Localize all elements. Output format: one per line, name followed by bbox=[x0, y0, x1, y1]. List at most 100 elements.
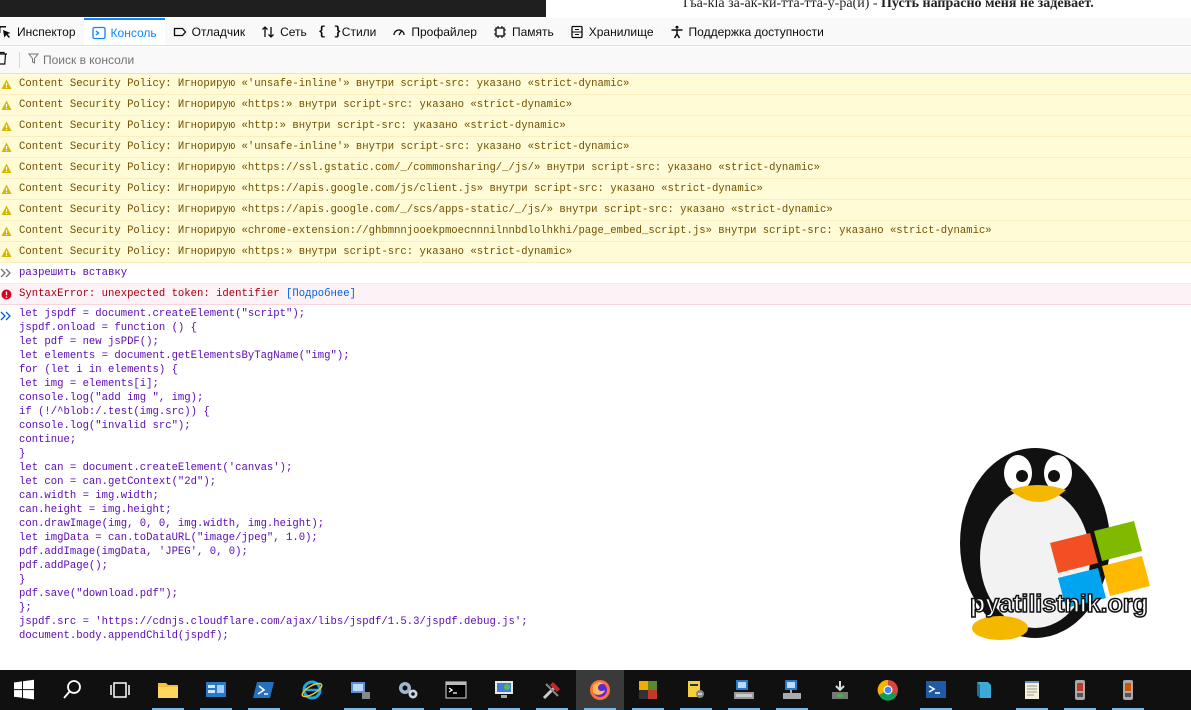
taskbar-settings-gears[interactable] bbox=[384, 670, 432, 710]
warning-text: Content Security Policy: Игнорирую «'uns… bbox=[19, 141, 630, 153]
warning-text: Content Security Policy: Игнорирую «'uns… bbox=[19, 78, 630, 90]
remote-desktop-icon bbox=[495, 681, 513, 698]
tab-console-label: Консоль bbox=[110, 25, 157, 40]
page-header-normal: Гьа-kla за-ак-ки-тта-тта-у-ра(и) - bbox=[683, 0, 882, 11]
inspector-icon bbox=[0, 25, 12, 39]
filter-funnel-icon bbox=[27, 53, 40, 67]
chevron-input-icon bbox=[0, 267, 12, 279]
taskbar-usb-device[interactable] bbox=[1056, 670, 1104, 710]
console-warning-row: Content Security Policy: Игнорирую «http… bbox=[0, 116, 1191, 137]
console-warning-row: Content Security Policy: Игнорирую «'uns… bbox=[0, 74, 1191, 95]
tab-profiler-label: Профайлер bbox=[411, 24, 477, 39]
tab-inspector-label: Инспектор bbox=[17, 24, 76, 39]
tab-storage[interactable]: Хранилище bbox=[562, 18, 662, 45]
console-messages: Content Security Policy: Игнорирую «'uns… bbox=[0, 74, 1191, 305]
taskbar-powershell-ise[interactable] bbox=[912, 670, 960, 710]
console-input-row: разрешить вставку bbox=[0, 263, 1191, 284]
tab-network[interactable]: Сеть bbox=[253, 18, 315, 45]
chevron-input-icon bbox=[0, 308, 12, 326]
console-warning-row: Content Security Policy: Игнорирую «http… bbox=[0, 95, 1191, 116]
warning-icon bbox=[0, 246, 12, 258]
tab-console[interactable]: Консоль bbox=[83, 18, 165, 45]
network-icon bbox=[261, 25, 275, 39]
tab-debugger[interactable]: Отладчик bbox=[165, 18, 253, 45]
settings-gears-icon bbox=[399, 682, 418, 699]
warning-text: Content Security Policy: Игнорирую «http… bbox=[19, 246, 573, 258]
install-package-icon bbox=[832, 681, 848, 699]
taskbar-notepad[interactable] bbox=[1008, 670, 1056, 710]
internet-explorer-icon bbox=[301, 680, 323, 700]
taskbar-powershell[interactable] bbox=[240, 670, 288, 710]
console-filter-bar: Поиск в консоли bbox=[0, 47, 1191, 74]
warning-text: Content Security Policy: Игнорирую «chro… bbox=[19, 225, 992, 237]
console-warning-row: Content Security Policy: Игнорирую «'uns… bbox=[0, 137, 1191, 158]
windows-start-icon bbox=[14, 679, 34, 700]
learn-more-link[interactable]: [Подробнее] bbox=[286, 288, 356, 300]
search-button[interactable] bbox=[48, 670, 96, 710]
tab-storage-label: Хранилище bbox=[588, 24, 654, 39]
taskbar-book[interactable] bbox=[960, 670, 1008, 710]
taskbar-command-prompt[interactable] bbox=[432, 670, 480, 710]
page-header-bold: Пусть напрасно меня не задевает. bbox=[881, 0, 1094, 11]
console-warning-row: Content Security Policy: Игнорирую «http… bbox=[0, 179, 1191, 200]
usb-device-2-icon bbox=[1123, 680, 1133, 700]
taskbar-computer-management[interactable] bbox=[720, 670, 768, 710]
taskbar-install-package[interactable] bbox=[816, 670, 864, 710]
taskbar-chrome[interactable] bbox=[864, 670, 912, 710]
browser-chrome-dark bbox=[0, 0, 546, 17]
console-search-input[interactable]: Поиск в консоли bbox=[27, 53, 134, 67]
warning-text: Content Security Policy: Игнорирую «http… bbox=[19, 99, 573, 111]
tab-accessibility-label: Поддержка доступности bbox=[688, 24, 824, 39]
site-watermark: pyatilistnik.org bbox=[940, 418, 1170, 648]
tab-accessibility[interactable]: Поддержка доступности bbox=[662, 18, 832, 45]
trash-icon bbox=[0, 51, 8, 70]
taskbar-firefox[interactable] bbox=[576, 670, 624, 710]
warning-icon bbox=[0, 141, 12, 153]
taskbar-app-tiles[interactable] bbox=[624, 670, 672, 710]
taskbar-network-computer[interactable] bbox=[336, 670, 384, 710]
warning-icon bbox=[0, 204, 12, 216]
tab-inspector[interactable]: Инспектор bbox=[0, 18, 84, 45]
taskbar-registry[interactable] bbox=[672, 670, 720, 710]
firefox-icon bbox=[590, 680, 610, 700]
error-text: SyntaxError: unexpected token: identifie… bbox=[19, 288, 287, 300]
warning-icon bbox=[0, 99, 12, 111]
page-content-peek: Гьа-kla за-ак-ки-тта-тта-у-ра(и) - Пусть… bbox=[546, 0, 1191, 17]
console-warning-row: Content Security Policy: Игнорирую «http… bbox=[0, 200, 1191, 221]
taskbar-file-explorer[interactable] bbox=[144, 670, 192, 710]
error-icon bbox=[0, 288, 12, 300]
start-button[interactable] bbox=[0, 670, 48, 710]
taskbar-tools[interactable] bbox=[528, 670, 576, 710]
console-icon bbox=[91, 26, 106, 40]
console-warning-row: Content Security Policy: Игнорирую «http… bbox=[0, 242, 1191, 263]
search-icon bbox=[63, 680, 81, 699]
task-view-button[interactable] bbox=[96, 670, 144, 710]
command-prompt-icon bbox=[445, 681, 467, 699]
powershell-icon bbox=[253, 682, 274, 698]
warning-icon bbox=[0, 78, 12, 90]
clear-console-button[interactable] bbox=[0, 51, 10, 70]
windows-taskbar bbox=[0, 670, 1191, 710]
tab-style-editor[interactable]: { } Стили bbox=[315, 18, 385, 45]
tab-network-label: Сеть bbox=[280, 24, 307, 39]
console-input-text: разрешить вставку bbox=[19, 267, 128, 279]
notepad-icon bbox=[1025, 681, 1039, 699]
tab-profiler[interactable]: Профайлер bbox=[384, 18, 485, 45]
usb-device-icon bbox=[1075, 680, 1085, 700]
warning-text: Content Security Policy: Игнорирую «http… bbox=[19, 120, 566, 132]
style-editor-icon: { } bbox=[318, 24, 342, 39]
taskbar-server-manager[interactable] bbox=[192, 670, 240, 710]
watermark-text: pyatilistnik.org bbox=[969, 589, 1148, 619]
taskbar-usb-device-2[interactable] bbox=[1104, 670, 1152, 710]
network-computer-icon bbox=[351, 682, 370, 699]
app-tiles-icon bbox=[639, 681, 657, 699]
taskbar-remote-desktop[interactable] bbox=[480, 670, 528, 710]
debugger-icon bbox=[173, 25, 187, 39]
tab-style-editor-label: Стили bbox=[341, 24, 377, 39]
memory-icon bbox=[493, 25, 507, 39]
taskbar-internet-explorer[interactable] bbox=[288, 670, 336, 710]
tab-memory[interactable]: Память bbox=[485, 18, 562, 45]
chrome-icon bbox=[877, 679, 898, 701]
powershell-ise-icon bbox=[926, 681, 946, 698]
taskbar-network-connections[interactable] bbox=[768, 670, 816, 710]
